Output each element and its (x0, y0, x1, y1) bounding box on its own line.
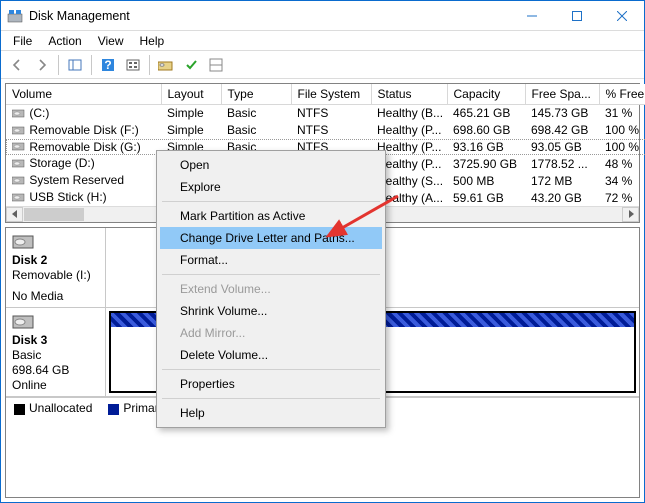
menu-help[interactable]: Help (132, 33, 173, 49)
table-row[interactable]: (C:)SimpleBasicNTFSHealthy (B...465.21 G… (6, 105, 645, 122)
col-layout[interactable]: Layout (161, 84, 221, 105)
menu-view[interactable]: View (90, 33, 132, 49)
disk-sub3: No Media (12, 289, 99, 303)
maximize-button[interactable] (554, 1, 599, 31)
show-hide-console-tree-button[interactable] (63, 54, 87, 76)
disk-label: Disk 2 (12, 253, 99, 267)
legend-unallocated: Unallocated (14, 401, 92, 415)
volume-icon (12, 107, 26, 121)
ctx-delete-volume[interactable]: Delete Volume... (160, 344, 382, 366)
ctx-extend-volume: Extend Volume... (160, 278, 382, 300)
disk-header: Disk 3 Basic 698.64 GB Online (6, 308, 106, 396)
col-type[interactable]: Type (221, 84, 291, 105)
col-capacity[interactable]: Capacity (447, 84, 525, 105)
disk-sub1: Removable (I:) (12, 268, 99, 282)
toolbar: ? (1, 51, 644, 79)
svg-text:?: ? (104, 58, 111, 72)
close-button[interactable] (599, 1, 644, 31)
volume-icon (12, 124, 26, 138)
volume-icon (12, 140, 26, 154)
disk-sub1: Basic (12, 348, 99, 362)
layout-button[interactable] (204, 54, 228, 76)
disk-icon (12, 312, 36, 332)
menubar: File Action View Help (1, 31, 644, 51)
table-row[interactable]: Removable Disk (F:)SimpleBasicNTFSHealth… (6, 122, 645, 139)
disk-header: Disk 2 Removable (I:) No Media (6, 228, 106, 307)
scroll-thumb[interactable] (24, 208, 84, 221)
volume-icon (12, 191, 26, 205)
col-percent-free[interactable]: % Free (599, 84, 645, 105)
settings-button[interactable] (179, 54, 203, 76)
forward-button[interactable] (30, 54, 54, 76)
ctx-open[interactable]: Open (160, 154, 382, 176)
context-menu: Open Explore Mark Partition as Active Ch… (156, 150, 386, 428)
volume-icon (12, 157, 26, 171)
menu-action[interactable]: Action (40, 33, 89, 49)
minimize-button[interactable] (509, 1, 554, 31)
col-volume[interactable]: Volume (6, 84, 161, 105)
disk-label: Disk 3 (12, 333, 99, 347)
menu-file[interactable]: File (5, 33, 40, 49)
disk-sub3: Online (12, 378, 99, 392)
ctx-add-mirror: Add Mirror... (160, 322, 382, 344)
col-status[interactable]: Status (371, 84, 447, 105)
scroll-right-button[interactable] (622, 207, 639, 222)
volume-icon (12, 174, 26, 188)
col-free-space[interactable]: Free Spa... (525, 84, 599, 105)
ctx-help[interactable]: Help (160, 402, 382, 424)
app-icon (7, 8, 23, 24)
help-button[interactable]: ? (96, 54, 120, 76)
disk-sub2: 698.64 GB (12, 363, 99, 377)
ctx-properties[interactable]: Properties (160, 373, 382, 395)
window-title: Disk Management (29, 9, 509, 23)
titlebar[interactable]: Disk Management (1, 1, 644, 31)
refresh-button[interactable] (121, 54, 145, 76)
ctx-format[interactable]: Format... (160, 249, 382, 271)
disk-icon (12, 232, 36, 252)
disk-list-button[interactable] (154, 54, 178, 76)
ctx-change-drive-letter[interactable]: Change Drive Letter and Paths... (160, 227, 382, 249)
ctx-shrink-volume[interactable]: Shrink Volume... (160, 300, 382, 322)
scroll-left-button[interactable] (6, 207, 23, 222)
col-filesystem[interactable]: File System (291, 84, 371, 105)
ctx-explore[interactable]: Explore (160, 176, 382, 198)
table-header-row[interactable]: Volume Layout Type File System Status Ca… (6, 84, 645, 105)
back-button[interactable] (5, 54, 29, 76)
ctx-mark-active[interactable]: Mark Partition as Active (160, 205, 382, 227)
